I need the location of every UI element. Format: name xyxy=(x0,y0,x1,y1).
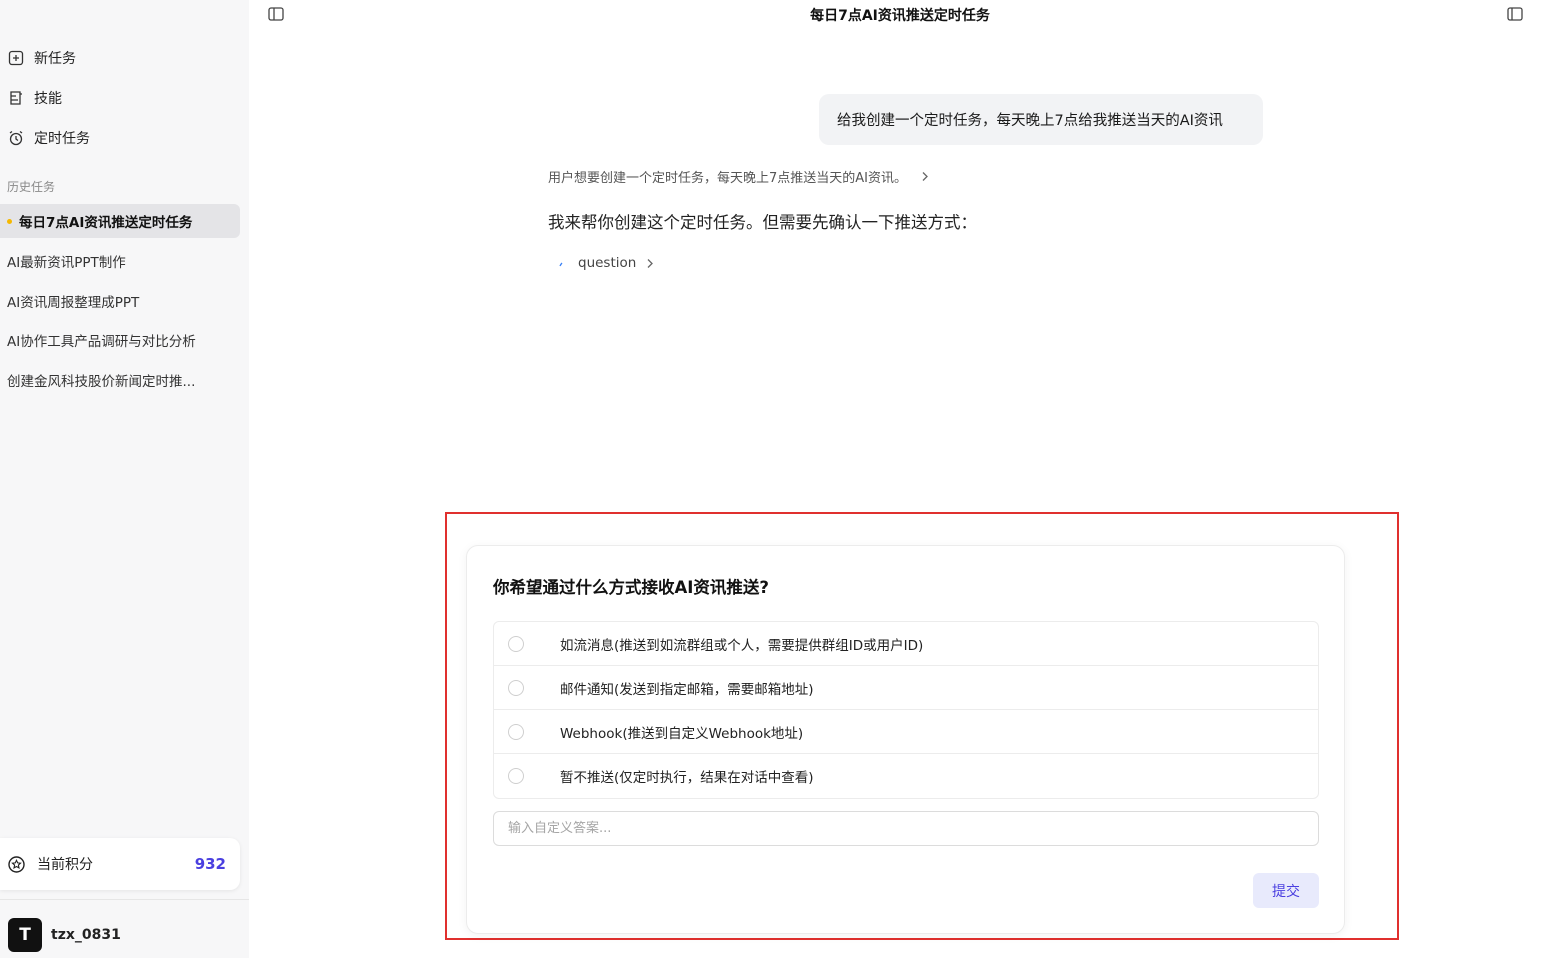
radio-button[interactable] xyxy=(508,635,524,652)
option-no-push[interactable]: 暂不推送(仅定时执行，结果在对话中查看) xyxy=(494,754,1318,798)
history-item[interactable]: AI资讯周报整理成PPT xyxy=(0,284,240,318)
option-webhook[interactable]: Webhook(推送到自定义Webhook地址) xyxy=(494,710,1318,754)
sidebar-divider xyxy=(0,899,249,900)
active-dot xyxy=(7,218,12,224)
alarm-clock-icon xyxy=(9,130,23,146)
submit-button[interactable]: 提交 xyxy=(1253,873,1319,908)
avatar: T xyxy=(8,918,42,952)
chevron-right-icon xyxy=(922,172,928,181)
sidebar-item-skills[interactable]: 技能 xyxy=(8,84,62,112)
option-label: 如流消息(推送到如流群组或个人，需要提供群组ID或用户ID) xyxy=(560,637,924,654)
assistant-reply: 我来帮你创建这个定时任务。但需要先确认一下推送方式： xyxy=(548,213,977,232)
user-message-text: 给我创建一个定时任务，每天晚上7点给我推送当天的AI资讯 xyxy=(837,113,1223,129)
user-profile[interactable]: T tzx_0831 xyxy=(8,918,121,952)
options-list: 如流消息(推送到如流群组或个人，需要提供群组ID或用户ID) 邮件通知(发送到指… xyxy=(493,621,1319,799)
badge-star-icon xyxy=(8,855,25,873)
option-email[interactable]: 邮件通知(发送到指定邮箱，需要邮箱地址) xyxy=(494,666,1318,710)
tool-call-label: question xyxy=(578,255,637,271)
sidebar-toggle-icon[interactable] xyxy=(268,7,284,21)
tool-call-question[interactable]: question xyxy=(558,255,654,271)
radio-button[interactable] xyxy=(508,679,524,696)
option-label: Webhook(推送到自定义Webhook地址) xyxy=(560,725,804,742)
spinner-icon xyxy=(559,262,563,267)
option-label: 邮件通知(发送到指定邮箱，需要邮箱地址) xyxy=(560,681,814,698)
username: tzx_0831 xyxy=(51,927,121,943)
sidebar-item-label: 新任务 xyxy=(34,51,76,67)
sidebar-item-new-task[interactable]: 新任务 xyxy=(8,44,76,72)
question-title: 你希望通过什么方式接收AI资讯推送? xyxy=(493,578,769,597)
points-value: 932 xyxy=(194,855,226,873)
sidebar-item-label: 定时任务 xyxy=(34,131,90,147)
points-card[interactable]: 当前积分 932 xyxy=(0,838,240,890)
option-ruliu-message[interactable]: 如流消息(推送到如流群组或个人，需要提供群组ID或用户ID) xyxy=(494,622,1318,666)
option-label: 暂不推送(仅定时执行，结果在对话中查看) xyxy=(560,770,814,786)
sidebar-item-scheduled-tasks[interactable]: 定时任务 xyxy=(8,124,90,152)
user-message-bubble: 给我创建一个定时任务，每天晚上7点给我推送当天的AI资讯 xyxy=(819,94,1263,145)
question-card: 你希望通过什么方式接收AI资讯推送? 如流消息(推送到如流群组或个人，需要提供群… xyxy=(466,545,1345,934)
history-item-label: AI资讯周报整理成PPT xyxy=(7,295,140,311)
history-item-active[interactable]: 每日7点AI资讯推送定时任务 xyxy=(0,204,240,238)
history-item-label: AI最新资讯PPT制作 xyxy=(7,255,126,271)
history-item-label: AI协作工具产品调研与对比分析 xyxy=(7,334,196,350)
radio-button[interactable] xyxy=(508,723,524,740)
skills-icon xyxy=(10,91,22,105)
points-label: 当前积分 xyxy=(37,857,93,873)
custom-answer-input[interactable] xyxy=(493,811,1319,846)
radio-button[interactable] xyxy=(508,768,524,784)
history-item[interactable]: 创建金风科技股价新闻定时推... xyxy=(0,363,240,397)
history-item[interactable]: AI最新资讯PPT制作 xyxy=(0,244,240,278)
panel-toggle-icon[interactable] xyxy=(1507,7,1523,21)
chevron-right-icon xyxy=(647,258,654,268)
history-item[interactable]: AI协作工具产品调研与对比分析 xyxy=(0,323,240,357)
sidebar-item-label: 技能 xyxy=(34,91,62,107)
sidebar: 新任务 技能 定时任务 历史任务 每日7点AI资讯推送定时任务 AI最新资讯PP… xyxy=(0,0,249,958)
thinking-summary[interactable]: 用户想要创建一个定时任务，每天晚上7点推送当天的AI资讯。 xyxy=(548,167,929,186)
page-title: 每日7点AI资讯推送定时任务 xyxy=(810,8,990,24)
thinking-text: 用户想要创建一个定时任务，每天晚上7点推送当天的AI资讯。 xyxy=(548,171,907,186)
history-section-label: 历史任务 xyxy=(7,180,56,194)
history-item-label: 每日7点AI资讯推送定时任务 xyxy=(19,215,193,231)
history-item-label: 创建金风科技股价新闻定时推... xyxy=(7,374,196,390)
plus-square-icon xyxy=(8,50,24,66)
